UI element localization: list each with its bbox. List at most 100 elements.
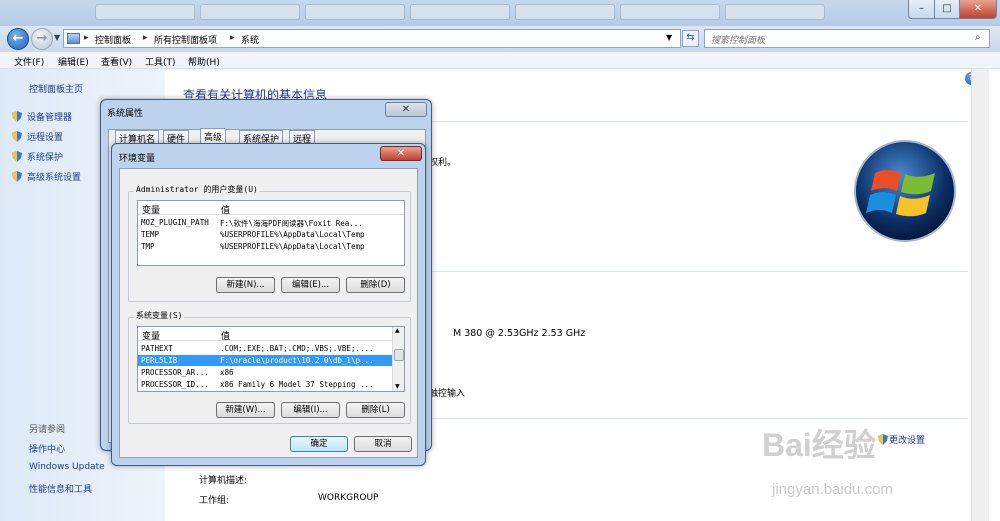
divider	[425, 418, 968, 419]
breadcrumb-separator: ▸	[84, 33, 89, 43]
link-windows-update[interactable]: Windows Update	[29, 462, 105, 472]
sidebar-item-remote-settings[interactable]: 远程设置	[12, 130, 63, 143]
taskbar-ghost	[725, 4, 825, 20]
menu-edit[interactable]: 编辑(E)	[58, 55, 89, 68]
sidebar-item-label: 高级系统设置	[27, 173, 82, 183]
touch-text: 触控输入	[429, 389, 466, 399]
list-header: 变量 值	[138, 201, 404, 216]
breadcrumb-control-panel[interactable]: 控制面板	[95, 33, 131, 46]
search-box[interactable]: 搜索控制面板 ⌕	[704, 29, 990, 48]
user-delete-button[interactable]: 删除(D)	[346, 277, 405, 293]
dialog-title: 系统属性	[107, 109, 144, 119]
computer-description-label: 计算机描述:	[199, 476, 248, 486]
back-arrow-icon[interactable]: ←	[7, 28, 29, 50]
ok-button[interactable]: 确定	[290, 436, 348, 452]
table-row[interactable]: MOZ_PLUGIN_PATH F:\软件\海海PDF阅读器\Foxit Rea…	[138, 217, 404, 228]
shield-icon	[12, 131, 22, 142]
shield-icon	[878, 434, 888, 445]
system-edit-button[interactable]: 编辑(I)...	[281, 402, 340, 418]
list-scrollbar[interactable]: ▲ ▼	[392, 327, 404, 391]
change-settings-label: 更改设置	[889, 436, 926, 446]
taskbar-ghost	[305, 4, 405, 20]
system-variables-list[interactable]: 变量 值 PATHEXT .COM;.EXE;.BAT;.CMD;.VBS;.V…	[137, 326, 405, 392]
variable-name: PERL5LIB	[141, 356, 178, 365]
system-variables-label: 系统变量(S)	[134, 310, 185, 321]
menu-bar: 文件(F) 编辑(E) 查看(V) 工具(T) 帮助(H)	[0, 52, 1000, 69]
menu-view[interactable]: 查看(V)	[101, 55, 132, 68]
link-performance-tools[interactable]: 性能信息和工具	[29, 482, 92, 495]
variable-name: TEMP	[141, 230, 160, 239]
dialog-title: 环境变量	[119, 154, 156, 164]
variable-name: PATHEXT	[141, 344, 173, 353]
variable-value: %USERPROFILE%\AppData\Local\Temp	[220, 242, 365, 251]
table-row[interactable]: PROCESSOR_ID... x86 Family 6 Model 37 St…	[138, 379, 394, 390]
close-icon[interactable]: ✕	[380, 146, 422, 161]
user-new-button[interactable]: 新建(N)...	[216, 277, 275, 293]
history-dropdown-icon[interactable]: ▼	[54, 33, 60, 42]
watermark-url: jingyan.baidu.com	[772, 481, 893, 498]
variable-name: PROCESSOR_ID...	[141, 380, 209, 389]
windows-logo-icon	[854, 140, 956, 242]
system-new-button[interactable]: 新建(W)...	[216, 402, 275, 418]
menu-help[interactable]: 帮助(H)	[188, 55, 220, 68]
menu-tools[interactable]: 工具(T)	[145, 55, 176, 68]
forward-arrow-icon[interactable]: →	[31, 28, 53, 50]
shield-icon	[12, 151, 22, 162]
refresh-icon[interactable]: ⇆	[682, 30, 699, 47]
variable-value: x86 Family 6 Model 37 Stepping ...	[220, 380, 374, 389]
sidebar-item-device-manager[interactable]: 设备管理器	[12, 110, 72, 123]
window-titlebar: – □ ✕	[0, 0, 1000, 26]
address-bar[interactable]: ▸ 控制面板 ▸ 所有控制面板项 ▸ 系统 ▼	[63, 29, 681, 48]
user-edit-button[interactable]: 编辑(E)...	[281, 277, 340, 293]
table-row[interactable]: TMP %USERPROFILE%\AppData\Local\Temp	[138, 241, 404, 252]
sidebar-item-label: 系统保护	[27, 153, 64, 163]
maximize-button[interactable]: □	[934, 0, 960, 19]
column-header-value[interactable]: 值	[221, 329, 230, 342]
environment-variables-dialog: 环境变量 ✕ Administrator 的用户变量(U) 变量 值 MOZ_P…	[111, 143, 426, 466]
search-icon[interactable]: ⌕	[975, 32, 981, 43]
sidebar-item-advanced-settings[interactable]: 高级系统设置	[12, 170, 81, 183]
processor-text: M 380 @ 2.53GHz 2.53 GHz	[453, 328, 586, 339]
system-delete-button[interactable]: 删除(L)	[346, 402, 405, 418]
scroll-down-icon[interactable]: ▼	[395, 383, 400, 390]
sidebar-home-link[interactable]: 控制面板主页	[29, 82, 83, 95]
search-input[interactable]: 搜索控制面板	[711, 33, 765, 46]
column-header-variable[interactable]: 变量	[142, 203, 160, 216]
cancel-button[interactable]: 取消	[354, 436, 412, 452]
watermark-brand: Bai经验	[762, 427, 876, 463]
breadcrumb-all-items[interactable]: 所有控制面板项	[154, 33, 217, 46]
table-row[interactable]: PROCESSOR_AR... x86	[138, 367, 394, 378]
see-also-heading: 另请参阅	[29, 425, 66, 435]
table-row-selected[interactable]: PERL5LIB F:\oracle\product\10.2.0\db_1\p…	[138, 355, 394, 366]
close-window-button[interactable]: ✕	[959, 0, 997, 19]
taskbar-ghost	[620, 4, 720, 20]
table-row[interactable]: TEMP %USERPROFILE%\AppData\Local\Temp	[138, 229, 404, 240]
menu-file[interactable]: 文件(F)	[14, 55, 44, 68]
variable-name: MOZ_PLUGIN_PATH	[141, 218, 209, 227]
change-settings-link[interactable]: 更改设置	[878, 433, 925, 446]
shield-icon	[12, 111, 22, 122]
taskbar-ghost	[515, 4, 615, 20]
workgroup-value: WORKGROUP	[318, 493, 379, 503]
close-icon[interactable]: ✕	[385, 102, 427, 117]
column-header-variable[interactable]: 变量	[142, 329, 160, 342]
scroll-thumb[interactable]	[394, 349, 404, 361]
main-scrollbar[interactable]	[971, 69, 989, 521]
dialog-body: Administrator 的用户变量(U) 变量 值 MOZ_PLUGIN_P…	[119, 168, 418, 458]
variable-value: x86	[220, 368, 234, 377]
minimize-button[interactable]: –	[908, 0, 935, 19]
variable-name: TMP	[141, 242, 155, 251]
scroll-up-icon[interactable]: ▲	[395, 327, 400, 334]
breadcrumb-separator: ▸	[143, 33, 148, 43]
breadcrumb-system[interactable]: 系统	[241, 33, 259, 46]
address-dropdown-icon[interactable]: ▼	[666, 33, 672, 42]
table-row[interactable]: PATHEXT .COM;.EXE;.BAT;.CMD;.VBS;.VBE;..…	[138, 343, 394, 354]
workgroup-label: 工作组:	[199, 496, 230, 506]
list-header: 变量 值	[138, 327, 394, 342]
shield-icon	[12, 171, 22, 182]
sidebar-item-system-protection[interactable]: 系统保护	[12, 150, 63, 163]
column-header-value[interactable]: 值	[221, 203, 230, 216]
user-variables-list[interactable]: 变量 值 MOZ_PLUGIN_PATH F:\软件\海海PDF阅读器\Foxi…	[137, 200, 405, 266]
link-action-center[interactable]: 操作中心	[29, 442, 65, 455]
sidebar-item-label: 设备管理器	[27, 113, 73, 123]
